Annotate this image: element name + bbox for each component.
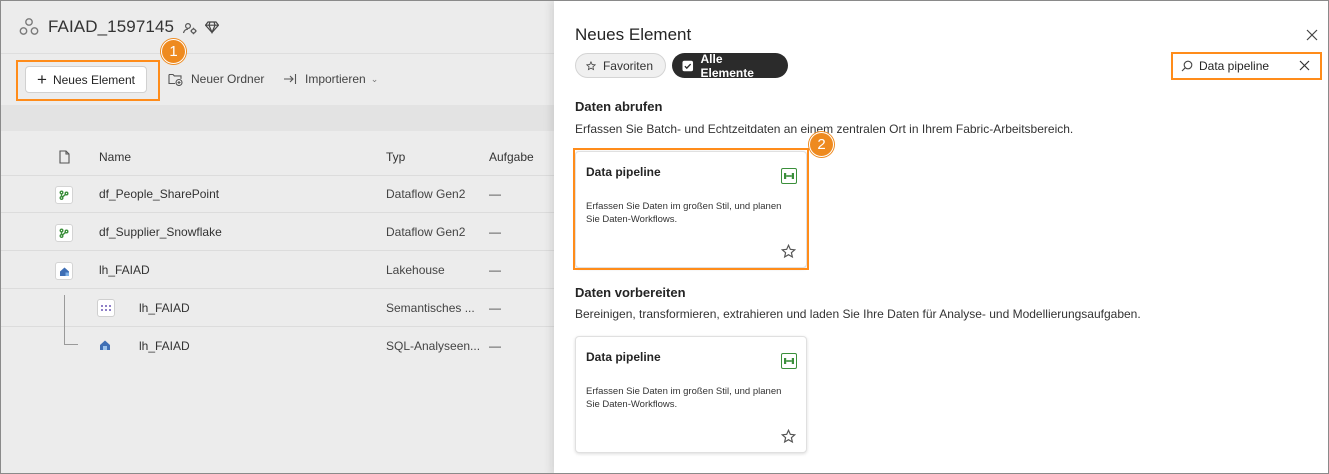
star-icon: [586, 60, 596, 70]
dataflow-icon: [55, 224, 73, 242]
favorite-star-icon[interactable]: [781, 429, 796, 444]
dataflow-icon: [55, 186, 73, 204]
item-task: —: [489, 339, 501, 353]
checkbox-icon: [682, 60, 694, 71]
panel-title: Neues Element: [575, 25, 692, 44]
item-type: Dataflow Gen2: [386, 225, 466, 239]
all-items-filter[interactable]: Alle Elemente: [672, 51, 788, 80]
highlight-search: [1171, 52, 1322, 80]
new-folder-button[interactable]: Neuer Ordner: [168, 72, 264, 86]
highlight-new-item: [16, 60, 160, 101]
file-type-icon: [59, 150, 70, 164]
pipeline-icon: [781, 353, 797, 369]
table-row[interactable]: lh_FAIAD Lakehouse —: [1, 251, 554, 289]
table-row[interactable]: df_People_SharePoint Dataflow Gen2 —: [1, 175, 554, 213]
card-title: Data pipeline: [586, 350, 661, 364]
tree-connector: [64, 295, 78, 345]
item-task: —: [489, 225, 501, 239]
highlight-pipeline-card: [573, 148, 809, 270]
import-menu-button[interactable]: Importieren ⌄: [283, 72, 378, 86]
import-icon: [284, 74, 297, 84]
item-task: —: [489, 263, 501, 277]
workspace-title: FAIAD_1597145: [48, 17, 175, 36]
workspace-logo-icon: [19, 17, 39, 37]
item-name[interactable]: df_People_SharePoint: [99, 187, 219, 201]
favorites-filter[interactable]: Favoriten: [575, 53, 666, 78]
import-label: Importieren: [305, 72, 366, 86]
item-name[interactable]: lh_FAIAD: [99, 263, 150, 277]
table-header-row: Name Typ Aufgabe: [1, 138, 554, 176]
table-row[interactable]: lh_FAIAD SQL-Analyseen... —: [1, 327, 554, 365]
new-folder-icon: [168, 73, 183, 86]
step-badge-1: 1: [161, 39, 186, 64]
item-type: SQL-Analyseen...: [386, 339, 481, 353]
column-header-task[interactable]: Aufgabe: [489, 150, 534, 164]
close-icon[interactable]: [1305, 28, 1319, 42]
premium-diamond-icon: [205, 20, 220, 34]
favorites-label: Favoriten: [602, 58, 653, 73]
item-name[interactable]: lh_FAIAD: [139, 339, 190, 353]
item-type: Dataflow Gen2: [386, 187, 466, 201]
all-items-label: Alle Elemente: [700, 51, 754, 80]
item-type: Semantisches ...: [386, 301, 475, 315]
item-name[interactable]: df_Supplier_Snowflake: [99, 225, 222, 239]
column-header-name[interactable]: Name: [99, 150, 131, 164]
data-pipeline-card[interactable]: Data pipeline Erfassen Sie Daten im groß…: [575, 336, 807, 453]
sql-endpoint-icon: [97, 337, 115, 355]
workspace-header: FAIAD_1597145: [1, 1, 554, 53]
section-description-prepare-data: Bereinigen, transformieren, extrahieren …: [575, 307, 1141, 321]
workspace-filter-band: [1, 105, 554, 131]
section-title-get-data: Daten abrufen: [575, 99, 663, 114]
screenshot-frame: FAIAD_1597145 + Neues Element Neuer Ordn…: [0, 0, 1329, 474]
lakehouse-icon: [55, 262, 73, 280]
section-title-prepare-data: Daten vorbereiten: [575, 285, 686, 300]
table-row[interactable]: lh_FAIAD Semantisches ... —: [1, 289, 554, 327]
item-task: —: [489, 301, 501, 315]
table-row[interactable]: df_Supplier_Snowflake Dataflow Gen2 —: [1, 213, 554, 251]
semantic-model-icon: [97, 299, 115, 317]
workspace-settings-icon[interactable]: [182, 20, 197, 35]
step-badge-2: 2: [809, 132, 834, 157]
item-type: Lakehouse: [386, 263, 445, 277]
item-name[interactable]: lh_FAIAD: [139, 301, 190, 315]
new-folder-label: Neuer Ordner: [191, 72, 265, 86]
card-description: Erfassen Sie Daten im großen Stil, und p…: [586, 386, 782, 410]
column-header-type[interactable]: Typ: [386, 150, 405, 164]
item-task: —: [489, 187, 501, 201]
chevron-down-icon: ⌄: [370, 73, 379, 84]
